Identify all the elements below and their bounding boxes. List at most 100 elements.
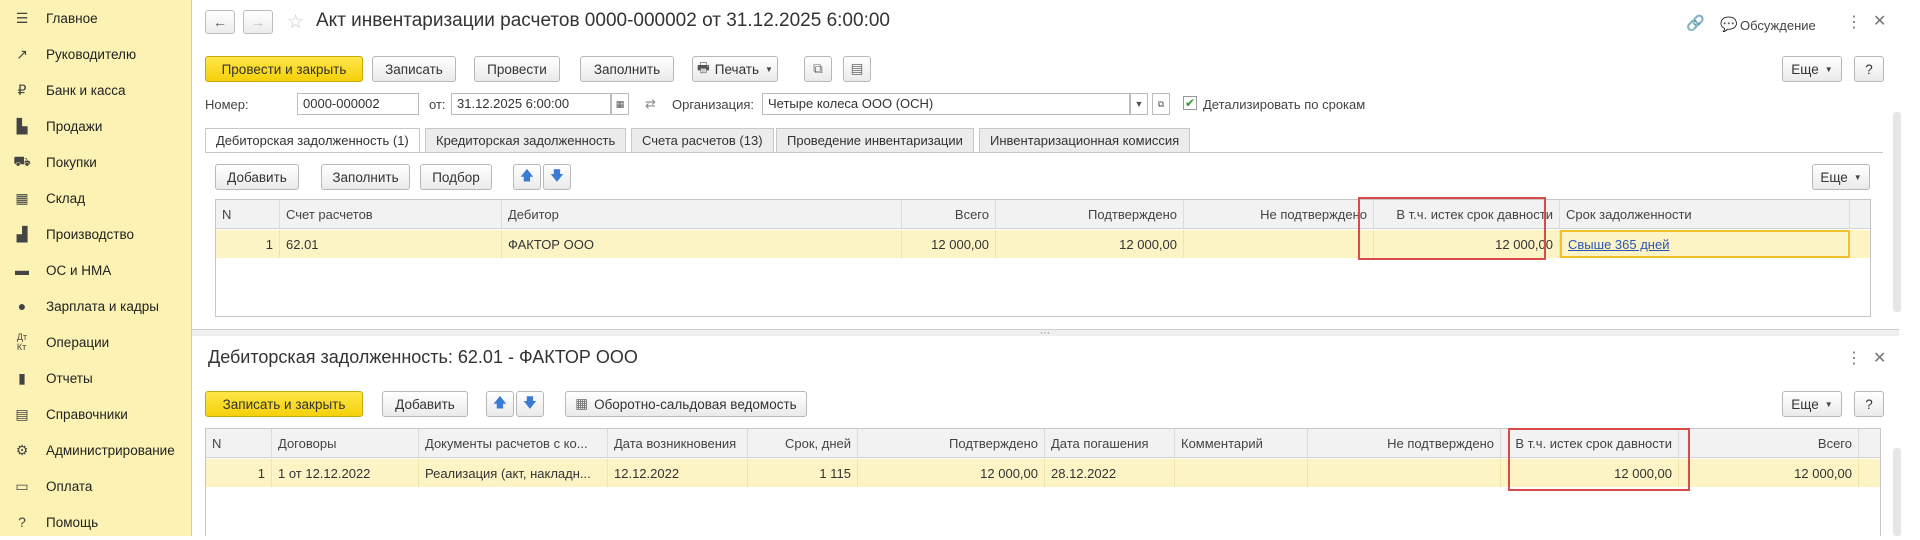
column-header[interactable]: Не подтверждено (1184, 200, 1374, 229)
table-more-button[interactable]: Еще ▼ (1812, 164, 1870, 190)
pick-button[interactable]: Подбор (420, 164, 492, 190)
column-header[interactable]: Срок, дней (748, 429, 858, 458)
table-cell[interactable]: 12 000,00 (1679, 459, 1859, 487)
structure-button[interactable]: ⧉ (804, 56, 832, 82)
detail-by-terms-checkbox[interactable]: ✔ (1183, 96, 1197, 110)
chevron-down-icon: ▼ (1853, 172, 1862, 182)
link-icon[interactable]: 🔗 (1686, 14, 1705, 32)
sidebar-item-manager[interactable]: ↗ Руководителю (0, 36, 192, 72)
close-icon[interactable]: ✕ (1873, 11, 1886, 31)
save-and-close-button[interactable]: Записать и закрыть (205, 391, 363, 417)
column-header[interactable]: Счет расчетов (280, 200, 502, 229)
date-field[interactable]: 31.12.2025 6:00:00 (451, 93, 611, 115)
sidebar-item-payment[interactable]: ▭ Оплата (0, 468, 192, 504)
calendar-button[interactable]: ▦ (611, 93, 629, 115)
column-header[interactable]: Срок задолженности (1560, 200, 1850, 229)
move-up-button[interactable]: 🡅 (513, 164, 541, 190)
column-header[interactable]: N (206, 429, 272, 458)
organization-dropdown-button[interactable]: ▼ (1130, 93, 1148, 115)
sidebar-item-payroll[interactable]: ● Зарплата и кадры (0, 288, 192, 324)
column-header[interactable]: Не подтверждено (1308, 429, 1501, 458)
move-down-button[interactable]: 🡇 (516, 391, 544, 417)
sidebar-item-admin[interactable]: ⚙ Администрирование (0, 432, 192, 468)
table-cell[interactable]: 1 (206, 459, 272, 487)
table-cell[interactable]: 1 от 12.12.2022 (272, 459, 419, 487)
move-down-button[interactable]: 🡇 (543, 164, 571, 190)
back-button[interactable]: ← (205, 10, 235, 34)
table-cell-term[interactable]: Свыше 365 дней (1560, 230, 1850, 258)
sidebar-item-bank[interactable]: ₽ Банк и касса (0, 72, 192, 108)
add-row-button[interactable]: Добавить (215, 164, 299, 190)
sidebar-item-main[interactable]: ☰ Главное (0, 0, 192, 36)
tab-settlement-accounts[interactable]: Счета расчетов (13) (631, 128, 774, 153)
more-button[interactable]: Еще ▼ (1782, 56, 1842, 82)
add-button[interactable]: Добавить (382, 391, 468, 417)
tab-inventory-commission[interactable]: Инвентаризационная комиссия (979, 128, 1191, 153)
fill-table-button[interactable]: Заполнить (321, 164, 410, 190)
table-cell[interactable]: 12 000,00 (902, 230, 996, 258)
print-label: Печать (714, 61, 760, 77)
scrollbar[interactable] (1893, 112, 1901, 312)
chat-icon[interactable]: 💬 (1720, 16, 1737, 33)
table-cell[interactable] (1175, 459, 1308, 487)
sidebar-item-purchases[interactable]: ⛟ Покупки (0, 144, 192, 180)
more-vertical-icon[interactable]: ⋮ (1846, 12, 1862, 32)
help-button[interactable]: ? (1854, 391, 1884, 417)
scrollbar[interactable] (1893, 448, 1901, 536)
sidebar-item-fixed-assets[interactable]: ▬ ОС и НМА (0, 252, 192, 288)
sidebar-item-reports[interactable]: ▮ Отчеты (0, 360, 192, 396)
star-icon[interactable]: ☆ (287, 11, 304, 34)
more-vertical-icon[interactable]: ⋮ (1846, 348, 1862, 368)
forward-button[interactable]: → (243, 10, 273, 34)
close-icon[interactable]: ✕ (1873, 348, 1886, 368)
column-header[interactable]: Комментарий (1175, 429, 1308, 458)
tab-payables[interactable]: Кредиторская задолженность (425, 128, 627, 153)
table-cell[interactable]: 12.12.2022 (608, 459, 748, 487)
tab-receivables[interactable]: Дебиторская задолженность (1) (205, 128, 420, 153)
table-cell[interactable]: 12 000,00 (858, 459, 1045, 487)
table-cell[interactable]: 12 000,00 (996, 230, 1184, 258)
sidebar-item-sales[interactable]: ▙ Продажи (0, 108, 192, 144)
organization-open-button[interactable]: ⧉ (1152, 93, 1170, 115)
column-header[interactable]: Договоры (272, 429, 419, 458)
table-cell[interactable]: 62.01 (280, 230, 502, 258)
column-header[interactable]: N (216, 200, 280, 229)
post-button[interactable]: Провести (474, 56, 560, 82)
sidebar-item-production[interactable]: ▟ Производство (0, 216, 192, 252)
fill-button[interactable]: Заполнить (580, 56, 674, 82)
sidebar-item-help[interactable]: ? Помощь (0, 504, 192, 540)
organization-field[interactable]: Четыре колеса ООО (ОСН) (762, 93, 1130, 115)
column-header[interactable]: Всего (902, 200, 996, 229)
number-label: Номер: (205, 97, 249, 112)
tab-inventory-posting[interactable]: Проведение инвентаризации (776, 128, 974, 153)
column-header[interactable]: Подтверждено (996, 200, 1184, 229)
journal-button[interactable]: ▤ (843, 56, 871, 82)
move-up-button[interactable]: 🡅 (486, 391, 514, 417)
column-header[interactable]: Дата возникновения (608, 429, 748, 458)
table-cell[interactable]: 1 (216, 230, 280, 258)
sidebar-item-warehouse[interactable]: ▦ Склад (0, 180, 192, 216)
print-button[interactable]: 🖶 Печать ▼ (692, 56, 778, 82)
table-cell[interactable] (1308, 459, 1501, 487)
post-and-close-button[interactable]: Провести и закрыть (205, 56, 363, 82)
table-cell[interactable]: 1 115 (748, 459, 858, 487)
sidebar-item-directories[interactable]: ▤ Справочники (0, 396, 192, 432)
help-button[interactable]: ? (1854, 56, 1884, 82)
column-header[interactable]: Всего (1679, 429, 1859, 458)
column-header[interactable]: Дата погашения (1045, 429, 1175, 458)
table-cell[interactable] (1184, 230, 1374, 258)
process-icon[interactable]: ⇄ (645, 96, 656, 112)
number-field[interactable]: 0000-000002 (297, 93, 419, 115)
more-button[interactable]: Еще ▼ (1782, 391, 1842, 417)
discussion-link[interactable]: Обсуждение (1740, 18, 1816, 33)
table-cell[interactable]: ФАКТОР ООО (502, 230, 902, 258)
table-cell[interactable]: Реализация (акт, накладн... (419, 459, 608, 487)
trial-balance-button[interactable]: ▦ Оборотно-сальдовая ведомость (565, 391, 807, 417)
sidebar-item-operations[interactable]: Дт Кт Операции (0, 324, 192, 360)
column-header[interactable]: Подтверждено (858, 429, 1045, 458)
column-header[interactable]: Документы расчетов с ко... (419, 429, 608, 458)
save-button[interactable]: Записать (372, 56, 456, 82)
term-link[interactable]: Свыше 365 дней (1568, 237, 1669, 252)
column-header[interactable]: Дебитор (502, 200, 902, 229)
table-cell[interactable]: 28.12.2022 (1045, 459, 1175, 487)
